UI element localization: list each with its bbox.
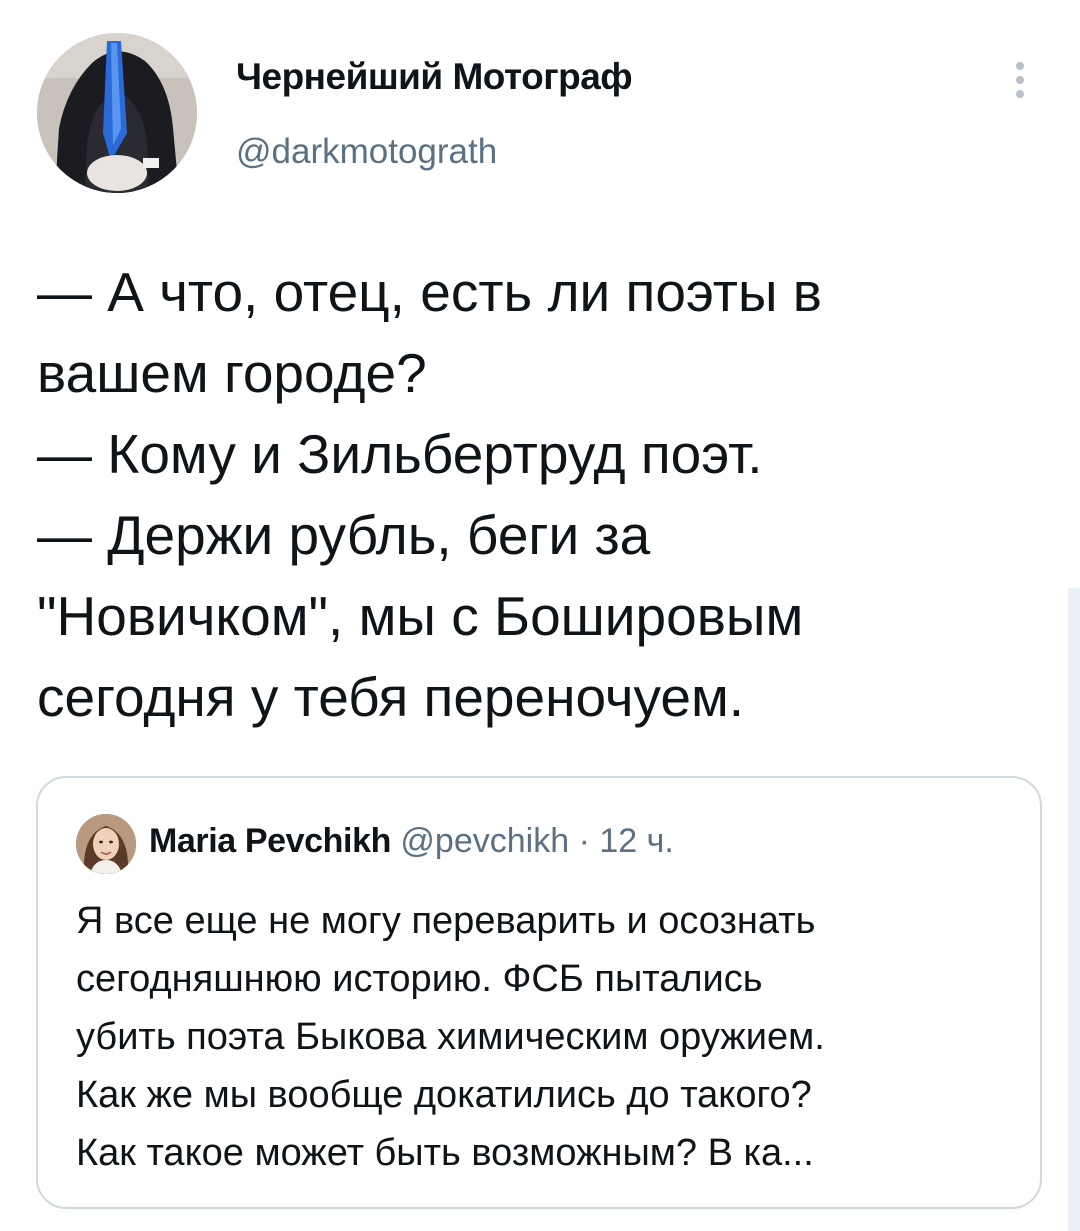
scrollbar[interactable] [1068,588,1080,1231]
author-handle[interactable]: @darkmotograth [236,132,497,172]
quoted-text-line: Как же мы вообще докатились до такого? [76,1074,812,1116]
tweet-text-line: вашем городе? [37,342,427,404]
author-name[interactable]: Чернейший Мотограф [236,56,633,98]
tweet-text-line: — Держи рубль, беги за [37,504,651,566]
quoted-text-line: Как такое может быть возможным? В ка... [76,1132,814,1174]
quoted-tweet-text: Я все еще не могу переварить и осознать … [76,892,1016,1182]
quoted-text-line: Я все еще не могу переварить и осознать [76,900,816,942]
quoted-author-avatar[interactable] [76,814,136,874]
quoted-tweet-card[interactable]: Maria Pevchikh @pevchikh · 12 ч. Я все е… [36,776,1042,1209]
header-separator: · [578,822,590,860]
tweet-text-line: сегодня у тебя переночуем. [37,666,745,728]
tweet-text-line: — Кому и Зильбертруд поэт. [37,423,763,485]
author-avatar[interactable] [37,33,197,193]
quoted-author-name[interactable]: Maria Pevchikh [149,822,391,860]
quoted-text-line: убить поэта Быкова химическим оружием. [76,1016,825,1058]
more-vertical-icon[interactable] [1004,56,1036,104]
tweet-text-line: "Новичком", мы с Бошировым [37,585,804,647]
quoted-author-handle[interactable]: @pevchikh [400,822,569,860]
tweet-text-line: — А что, отец, есть ли поэты в [37,261,822,323]
quoted-tweet-time[interactable]: 12 ч. [599,822,673,860]
quoted-tweet-header: Maria Pevchikh @pevchikh · 12 ч. [149,818,674,864]
tweet-text: — А что, отец, есть ли поэты в вашем гор… [37,252,1047,738]
quoted-text-line: сегодняшнюю историю. ФСБ пытались [76,958,763,1000]
